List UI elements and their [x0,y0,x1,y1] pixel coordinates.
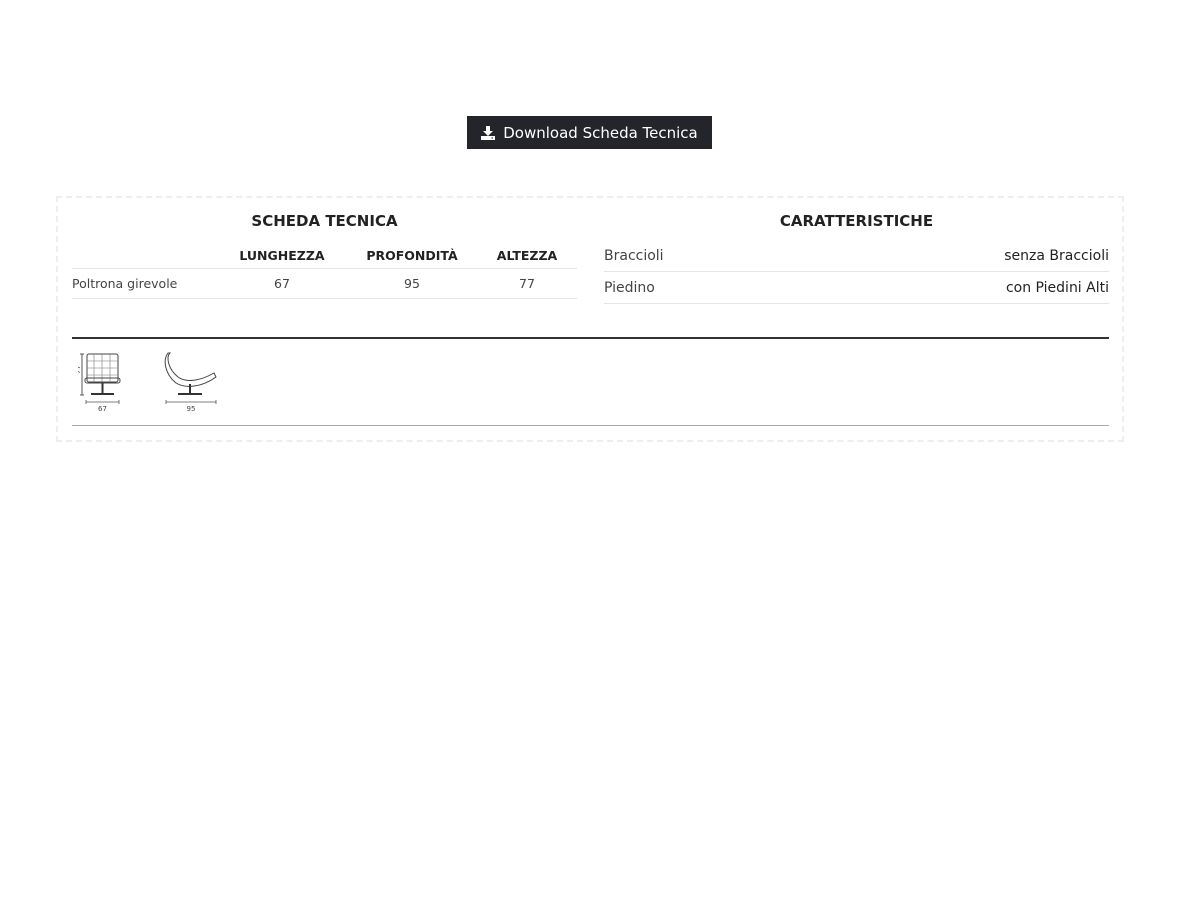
page: Download Scheda Tecnica SCHEDA TECNICA L… [0,0,1200,900]
scheda-tecnica-title: SCHEDA TECNICA [251,212,398,230]
depth-label: 95 [187,405,196,413]
list-item: Piedino con Piedini Alti [604,272,1109,304]
column-header-altezza: ALTEZZA [477,242,577,269]
column-header-lunghezza: LUNGHEZZA [217,242,347,269]
features-list: Braccioli senza Braccioli Piedino con Pi… [604,240,1109,304]
cell-altezza: 77 [477,268,577,299]
dimensions-header-row: LUNGHEZZA PROFONDITÀ ALTEZZA [72,242,577,269]
row-label: Poltrona girevole [72,268,217,299]
dimensions-table: LUNGHEZZA PROFONDITÀ ALTEZZA Poltrona gi… [72,242,577,299]
column-header-profondita: PROFONDITÀ [347,242,477,269]
feature-label-braccioli: Braccioli [604,247,664,264]
empty-header-cell [72,242,217,269]
feature-value-braccioli: senza Braccioli [1004,247,1109,264]
width-label: 67 [98,405,107,413]
download-scheda-tecnica-button[interactable]: Download Scheda Tecnica [467,116,712,149]
bottom-divider [72,425,1109,426]
list-item: Braccioli senza Braccioli [604,240,1109,272]
side-view-drawing: 95 [158,351,228,424]
cell-profondita: 95 [347,268,477,299]
height-label: 77 [78,365,82,374]
feature-value-piedino: con Piedini Alti [1005,279,1109,296]
download-button-label: Download Scheda Tecnica [503,123,698,142]
cell-lunghezza: 67 [217,268,347,299]
caratteristiche-title: CARATTERISTICHE [779,212,934,230]
section-divider [72,337,1109,339]
front-view-drawing: 77 67 [74,351,138,424]
spec-box: SCHEDA TECNICA LUNGHEZZA PROFONDITÀ ALTE… [56,196,1124,442]
table-row: Poltrona girevole 67 95 77 [72,268,577,299]
download-icon [481,125,496,140]
feature-label-piedino: Piedino [604,279,655,296]
